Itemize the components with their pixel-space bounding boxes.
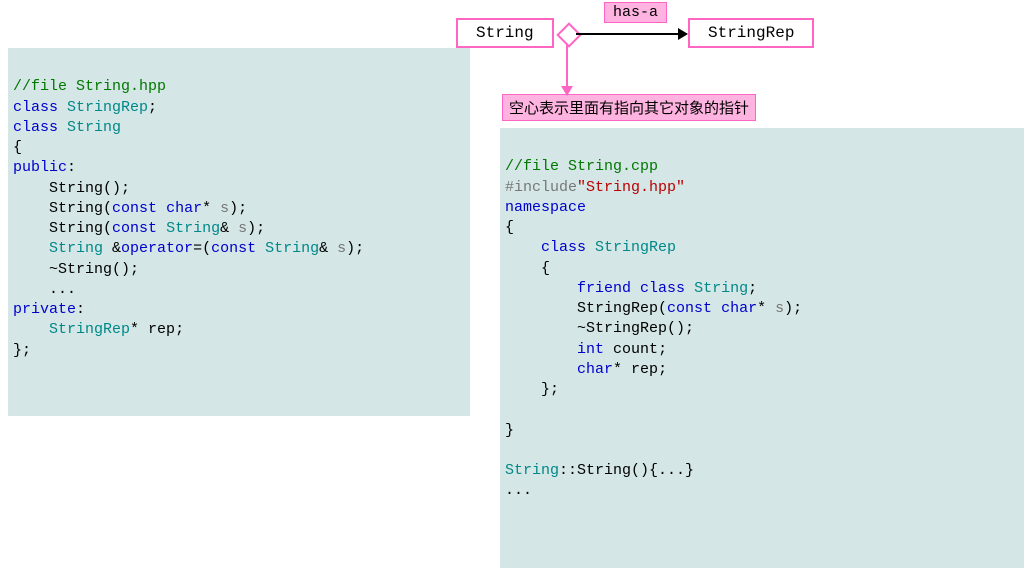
param-s: s bbox=[337, 240, 346, 257]
kw-char: char bbox=[166, 200, 202, 217]
kw-char: char bbox=[577, 361, 613, 378]
preproc-include: #include bbox=[505, 179, 577, 196]
kw-class: class bbox=[13, 99, 58, 116]
param-s: s bbox=[238, 220, 247, 237]
uml-note-line bbox=[566, 44, 568, 90]
kw-class: class bbox=[640, 280, 685, 297]
kw-const: const bbox=[211, 240, 256, 257]
uml-aggregation-diamond-icon bbox=[556, 22, 581, 47]
uml-note: 空心表示里面有指向其它对象的指针 bbox=[502, 94, 756, 121]
type-stringrep: StringRep bbox=[67, 99, 148, 116]
type-string: String bbox=[49, 240, 103, 257]
uml-arrowhead-down-icon bbox=[561, 86, 573, 96]
scope-string: String bbox=[505, 462, 559, 479]
dtor: StringRep bbox=[586, 320, 667, 337]
dtor: String bbox=[58, 261, 112, 278]
kw-int: int bbox=[577, 341, 604, 358]
type-string: String bbox=[265, 240, 319, 257]
kw-operator: operator bbox=[121, 240, 193, 257]
ctor: String bbox=[49, 180, 103, 197]
code-block-cpp: //file String.cpp #include"String.hpp" n… bbox=[500, 128, 1024, 568]
type-string: String bbox=[67, 119, 121, 136]
ctor: String bbox=[577, 462, 631, 479]
brace: { bbox=[13, 139, 22, 156]
member-rep: rep bbox=[148, 321, 175, 338]
uml-connector-line bbox=[576, 33, 684, 35]
member-rep: rep bbox=[631, 361, 658, 378]
uml-arrowhead-right-icon bbox=[678, 28, 688, 40]
uml-relation-label: has-a bbox=[604, 2, 667, 23]
type-stringrep: StringRep bbox=[595, 239, 676, 256]
member-count: count bbox=[613, 341, 658, 358]
uml-class-string: String bbox=[456, 18, 554, 48]
code-block-hpp: //file String.hpp class StringRep; class… bbox=[8, 48, 470, 416]
kw-const: const bbox=[667, 300, 712, 317]
kw-char: char bbox=[721, 300, 757, 317]
kw-friend: friend bbox=[577, 280, 631, 297]
kw-const: const bbox=[112, 200, 157, 217]
ctor: String bbox=[49, 220, 103, 237]
kw-public: public bbox=[13, 159, 67, 176]
param-s: s bbox=[220, 200, 229, 217]
kw-private: private bbox=[13, 301, 76, 318]
brace-close: }; bbox=[13, 342, 31, 359]
ellipsis: ... bbox=[505, 482, 532, 499]
brace: { bbox=[541, 260, 550, 277]
ellipsis: ... bbox=[49, 281, 76, 298]
uml-class-stringrep: StringRep bbox=[688, 18, 814, 48]
type-string: String bbox=[166, 220, 220, 237]
kw-class: class bbox=[13, 119, 58, 136]
brace: { bbox=[505, 219, 514, 236]
type-stringrep: StringRep bbox=[49, 321, 130, 338]
param-s: s bbox=[775, 300, 784, 317]
brace-close: } bbox=[505, 422, 514, 439]
kw-namespace: namespace bbox=[505, 199, 586, 216]
kw-const: const bbox=[112, 220, 157, 237]
code-comment: //file String.cpp bbox=[505, 158, 658, 175]
code-comment: //file String.hpp bbox=[13, 78, 166, 95]
type-string: String bbox=[694, 280, 748, 297]
kw-class: class bbox=[541, 239, 586, 256]
ctor: StringRep bbox=[577, 300, 658, 317]
include-path: "String.hpp" bbox=[577, 179, 685, 196]
brace-close: }; bbox=[541, 381, 559, 398]
ctor: String bbox=[49, 200, 103, 217]
